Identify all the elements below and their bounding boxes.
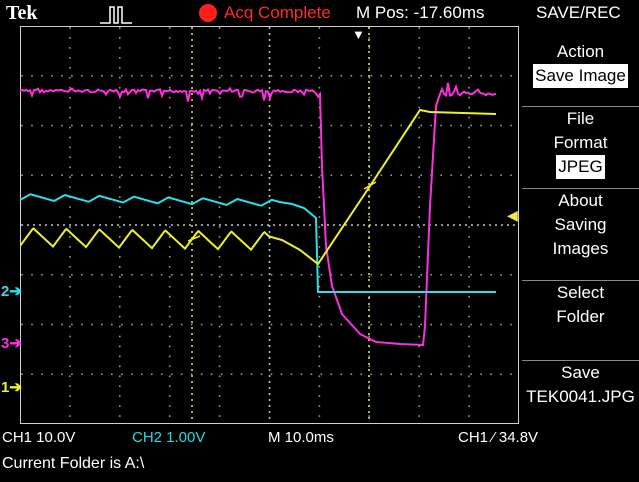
about-line3: Images	[552, 239, 609, 258]
about-line1: About	[558, 191, 603, 210]
horizontal-position-readout: M Pos: -17.60ms	[356, 3, 485, 22]
select-line2: Folder	[556, 307, 605, 326]
save-filename: TEK0041.JPG	[526, 387, 635, 406]
channel-1-trace	[20, 108, 497, 266]
channel-1-scale: CH1 10.0V	[2, 429, 76, 446]
current-folder: Current Folder is A:\	[2, 455, 145, 472]
action-value: Save Image	[533, 64, 628, 88]
trigger-state-icon	[100, 6, 132, 24]
channel-2-trace	[20, 193, 496, 293]
waveform-display	[20, 26, 519, 424]
channel-2-scale: CH2 1.00V	[132, 429, 206, 446]
brand-logo: Tek	[6, 2, 38, 24]
acquisition-indicator-icon	[199, 4, 217, 22]
save-line1: Save	[561, 363, 600, 382]
side-menu: Action Save Image File Format JPEG About…	[522, 26, 639, 426]
waveform-graticule	[20, 26, 519, 424]
timebase-readout: M 10.0ms	[268, 429, 334, 446]
acquisition-status: Acq Complete	[224, 3, 331, 22]
oscilloscope-screen: Tek Acq Complete M Pos: -17.60ms SAVE/RE…	[0, 0, 639, 482]
channel-3-trace	[20, 82, 497, 347]
channel-2-ground-marker: 2➔	[1, 283, 22, 300]
save-menu-item[interactable]: Save TEK0041.JPG	[522, 360, 639, 409]
about-line2: Saving	[554, 215, 607, 234]
channel-1-ground-marker: 1➔	[1, 379, 22, 396]
trigger-level-marker-icon: ◀	[507, 207, 518, 223]
file-format-value: JPEG	[556, 155, 605, 179]
action-label: Action	[556, 42, 605, 61]
select-folder-menu-item[interactable]: Select Folder	[522, 280, 639, 329]
file-format-menu-item[interactable]: File Format JPEG	[522, 106, 639, 179]
trigger-readout: CH1 ⁄ 34.8V	[458, 429, 539, 446]
channel-3-ground-marker: 3➔	[1, 335, 22, 352]
about-saving-images-menu-item[interactable]: About Saving Images	[522, 188, 639, 261]
menu-title: SAVE/REC	[536, 3, 621, 22]
file-format-label-line2: Format	[553, 133, 608, 152]
file-format-label-line1: File	[566, 109, 595, 128]
select-line1: Select	[556, 283, 605, 302]
action-menu-item[interactable]: Action Save Image	[522, 40, 639, 88]
graticule-grid	[21, 27, 515, 419]
